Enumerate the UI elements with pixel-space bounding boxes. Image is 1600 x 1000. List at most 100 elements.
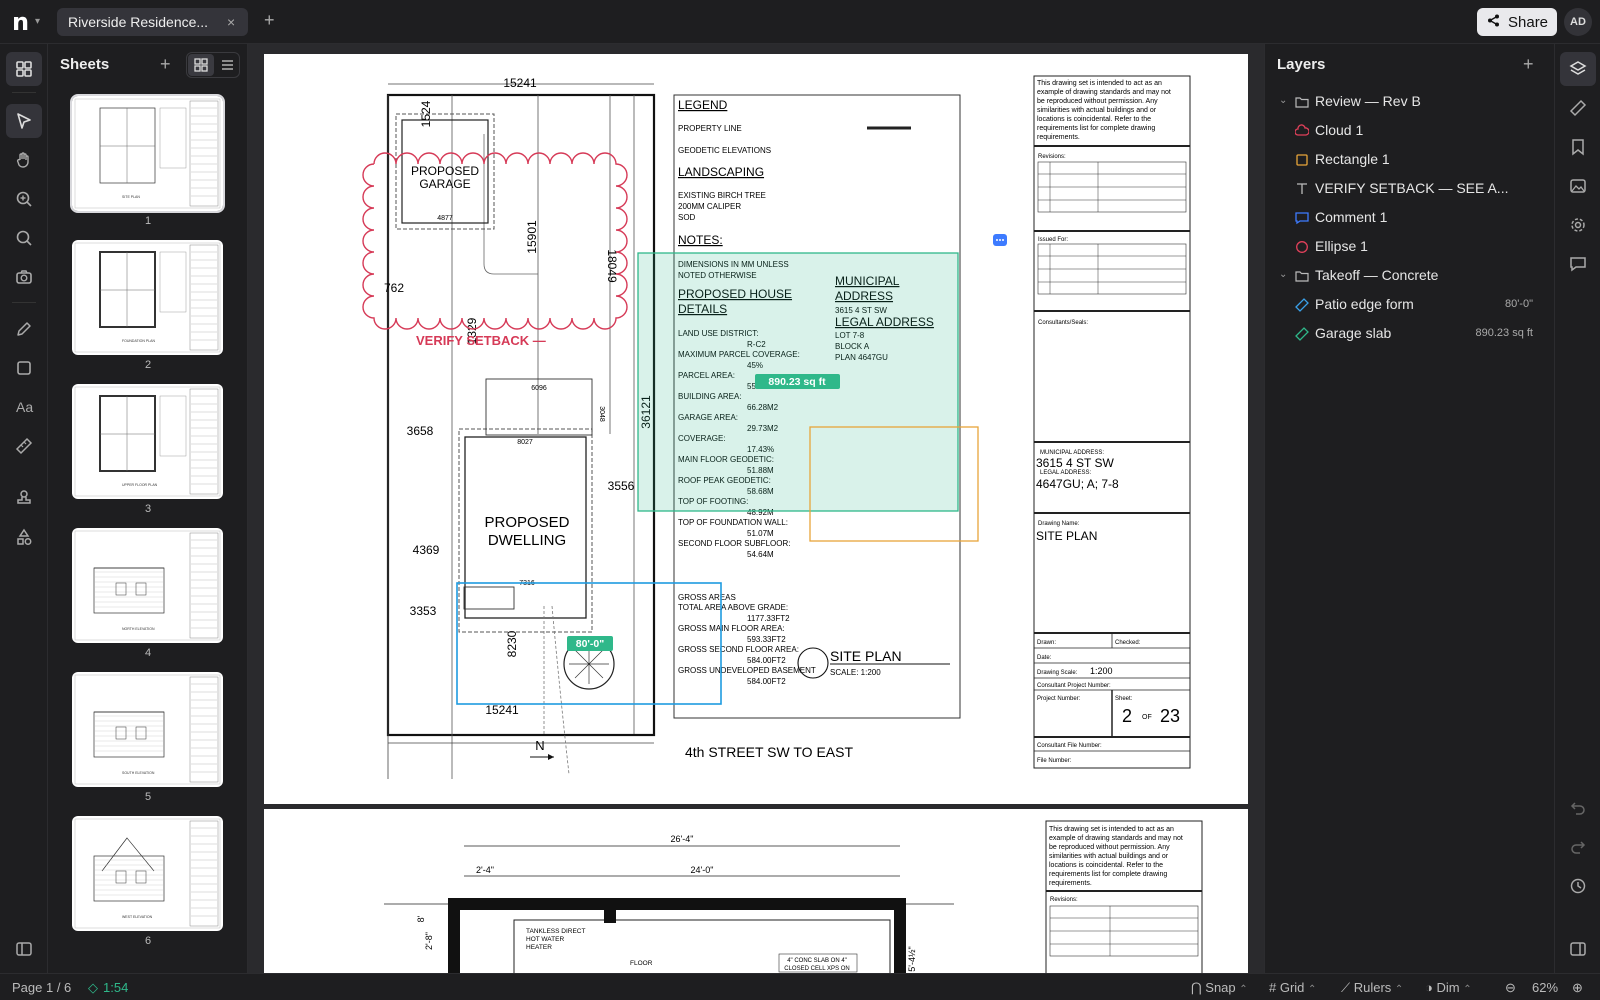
bookmarks-button[interactable] (1560, 130, 1596, 164)
legend-item: 200MM CALIPER (678, 202, 741, 211)
list-icon (222, 60, 233, 70)
history-button[interactable] (1560, 869, 1596, 903)
dimension-label: 4877 (437, 215, 453, 222)
disclaimer-text: example of drawing standards and may not (1037, 89, 1171, 96)
dimension-label: 1524 (419, 100, 433, 127)
legend-item: SOD (678, 213, 696, 222)
chevron-down-icon[interactable]: ▾ (35, 16, 40, 27)
avatar[interactable]: AD (1564, 8, 1592, 36)
document-tab[interactable]: Riverside Residence... × (57, 8, 248, 36)
add-layer-button[interactable]: + (1523, 54, 1534, 75)
layer-item[interactable]: Rectangle 1 (1265, 146, 1555, 174)
pan-tool[interactable] (6, 143, 42, 177)
sheet-thumbnail[interactable]: NORTH ELEVATION (72, 528, 223, 643)
shapes-icon (17, 528, 32, 545)
layer-group[interactable]: ⌄ Takeoff — Concrete (1265, 262, 1555, 290)
layer-item[interactable]: Comment 1 (1265, 204, 1555, 232)
sheet-thumbnail[interactable]: FOUNDATION PLAN (72, 240, 223, 355)
comment-pin[interactable] (993, 234, 1007, 246)
thumbnail-drawing: SITE PLAN (74, 98, 221, 209)
layers-panel-button[interactable] (1560, 52, 1596, 86)
comment-icon (1570, 257, 1586, 272)
shape-tool[interactable] (6, 351, 42, 385)
revision-cloud[interactable] (362, 152, 628, 330)
snapshot-tool[interactable] (6, 260, 42, 294)
snap-toggle[interactable]: ⋂ Snap ⌃ (1191, 980, 1248, 996)
disclaimer-text: locations is coincidental. Refer to the (1037, 116, 1151, 123)
images-button[interactable] (1560, 169, 1596, 203)
detail-label: GROSS SECOND FLOOR AREA: (678, 645, 799, 654)
dimension-label: 6096 (531, 385, 547, 392)
zoom-in-button[interactable]: ⊕ (1572, 980, 1583, 996)
dim-toggle[interactable]: ◑ Dim ⌃ (1425, 980, 1472, 995)
layer-item[interactable]: Patio edge form 80'-0" (1265, 291, 1555, 319)
redo-button[interactable] (1560, 830, 1596, 864)
toggle-sidebar-button[interactable] (6, 932, 42, 966)
zoom-out-button[interactable]: ⊖ (1505, 980, 1516, 996)
measure-tool[interactable] (6, 429, 42, 463)
stamp-tool[interactable] (6, 481, 42, 515)
hand-icon (16, 152, 29, 168)
thumbnail-drawing: NORTH ELEVATION (74, 530, 221, 641)
sheet-page-2[interactable]: 26'-4" 2'-4" 24'-0" 8' 2'-8" 5'-4½" TANK… (264, 809, 1248, 973)
rulers-toggle[interactable]: ⟋ Rulers ⌃ (1341, 980, 1403, 996)
drawing-name: SITE PLAN (1036, 529, 1097, 543)
sheet-thumbnail[interactable]: WEST ELEVATION (72, 816, 223, 931)
sheet-thumbnail[interactable]: SOUTH ELEVATION (72, 672, 223, 787)
sheet-thumbnail[interactable]: SITE PLAN (70, 94, 225, 213)
disclaimer-text: similarities with actual buildings and o… (1037, 107, 1157, 114)
symbols-tool[interactable] (6, 520, 42, 554)
zoom-tool[interactable] (6, 182, 42, 216)
detail-label: TOTAL AREA ABOVE GRADE: (678, 603, 788, 612)
measurements-button[interactable] (1560, 91, 1596, 125)
room-label: FLOOR (630, 960, 653, 967)
detail-value: 584.00FT2 (747, 656, 786, 665)
add-sheet-button[interactable]: + (160, 54, 171, 75)
comments-button[interactable] (1560, 247, 1596, 281)
dimension-label: 15241 (503, 76, 537, 90)
sheet-page-1[interactable]: PROPOSED GARAGE 4877 PROPOSED DWELLING 6… (264, 54, 1248, 804)
legal-address: 4647GU; A; 7-8 (1036, 477, 1119, 491)
settings-button[interactable] (1560, 208, 1596, 242)
layer-item[interactable]: Cloud 1 (1265, 117, 1555, 145)
pen-tool[interactable] (6, 312, 42, 346)
chevron-down-icon[interactable]: ⌄ (1279, 95, 1287, 106)
detail-value: 584.00FT2 (747, 677, 786, 686)
ruler-icon (1569, 99, 1587, 117)
layer-item[interactable]: VERIFY SETBACK — SEE A... (1265, 175, 1555, 203)
chevron-down-icon[interactable]: ⌄ (1279, 269, 1287, 280)
new-tab-button[interactable]: + (264, 10, 275, 31)
sheet-total: 23 (1160, 706, 1180, 726)
layer-item[interactable]: Ellipse 1 (1265, 233, 1555, 261)
detail-value: 51.07M (747, 529, 774, 538)
svg-text:Aa: Aa (16, 399, 33, 415)
layer-group[interactable]: ⌄ Review — Rev B (1265, 88, 1555, 116)
share-button[interactable]: Share (1477, 8, 1557, 36)
divider (12, 92, 36, 93)
detail-label: TOP OF FOUNDATION WALL: (678, 518, 788, 527)
contrast-icon: ◑ (1425, 980, 1437, 995)
layer-item[interactable]: Garage slab 890.23 sq ft (1265, 320, 1555, 348)
zoom-level[interactable]: 62% (1532, 980, 1558, 995)
grid-toggle[interactable]: # Grid ⌃ (1269, 980, 1316, 995)
grid-view-button[interactable] (188, 54, 214, 76)
bookmark-icon (1572, 139, 1584, 156)
close-icon[interactable]: × (227, 14, 235, 30)
sheets-panel-button[interactable] (6, 52, 42, 86)
chevron-up-icon: ⌃ (1308, 984, 1317, 995)
verify-setback-text[interactable]: VERIFY SETBACK — (416, 333, 546, 348)
drawing-canvas[interactable]: PROPOSED GARAGE 4877 PROPOSED DWELLING 6… (248, 44, 1264, 973)
list-view-button[interactable] (215, 54, 239, 76)
toggle-right-panel-button[interactable] (1560, 932, 1596, 966)
room-label: HEATER (526, 944, 552, 951)
sheet-thumbnail[interactable]: UPPER FLOOR PLAN (72, 384, 223, 499)
layers-icon (1569, 61, 1587, 75)
layer-group-name: Takeoff — Concrete (1315, 267, 1439, 283)
thumbnail-number: 3 (144, 503, 152, 515)
app-logo[interactable]: n (12, 8, 29, 36)
search-tool[interactable] (6, 221, 42, 255)
undo-button[interactable] (1560, 791, 1596, 825)
text-tool[interactable]: Aa (6, 390, 42, 424)
select-tool[interactable] (6, 104, 42, 138)
layers-title: Layers (1277, 56, 1326, 73)
